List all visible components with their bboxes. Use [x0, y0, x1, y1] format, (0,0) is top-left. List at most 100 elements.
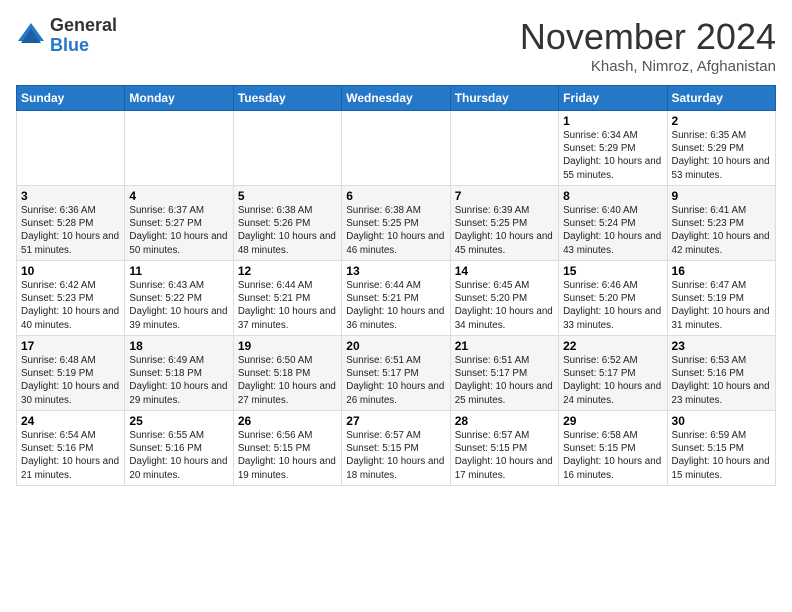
day-number: 3: [21, 189, 120, 203]
calendar-cell: 14Sunrise: 6:45 AM Sunset: 5:20 PM Dayli…: [450, 261, 558, 336]
day-number: 28: [455, 414, 554, 428]
logo-general-text: General: [50, 16, 117, 36]
day-header-monday: Monday: [125, 86, 233, 111]
day-number: 14: [455, 264, 554, 278]
calendar-cell: 17Sunrise: 6:48 AM Sunset: 5:19 PM Dayli…: [17, 336, 125, 411]
calendar-cell: 30Sunrise: 6:59 AM Sunset: 5:15 PM Dayli…: [667, 411, 775, 486]
day-number: 15: [563, 264, 662, 278]
day-number: 4: [129, 189, 228, 203]
logo-blue-text: Blue: [50, 36, 117, 56]
calendar-cell: 12Sunrise: 6:44 AM Sunset: 5:21 PM Dayli…: [233, 261, 341, 336]
cell-info: Sunrise: 6:51 AM Sunset: 5:17 PM Dayligh…: [455, 354, 554, 407]
day-number: 25: [129, 414, 228, 428]
cell-info: Sunrise: 6:54 AM Sunset: 5:16 PM Dayligh…: [21, 429, 120, 482]
day-header-sunday: Sunday: [17, 86, 125, 111]
day-number: 24: [21, 414, 120, 428]
cell-info: Sunrise: 6:57 AM Sunset: 5:15 PM Dayligh…: [455, 429, 554, 482]
day-header-wednesday: Wednesday: [342, 86, 450, 111]
calendar-cell: [125, 111, 233, 186]
day-number: 7: [455, 189, 554, 203]
day-number: 20: [346, 339, 445, 353]
day-header-friday: Friday: [559, 86, 667, 111]
day-number: 2: [672, 114, 771, 128]
calendar-cell: 7Sunrise: 6:39 AM Sunset: 5:25 PM Daylig…: [450, 186, 558, 261]
location: Khash, Nimroz, Afghanistan: [520, 58, 776, 75]
week-row-4: 24Sunrise: 6:54 AM Sunset: 5:16 PM Dayli…: [17, 411, 776, 486]
day-number: 11: [129, 264, 228, 278]
day-number: 16: [672, 264, 771, 278]
day-number: 13: [346, 264, 445, 278]
calendar-cell: 25Sunrise: 6:55 AM Sunset: 5:16 PM Dayli…: [125, 411, 233, 486]
day-number: 29: [563, 414, 662, 428]
day-number: 12: [238, 264, 337, 278]
day-number: 23: [672, 339, 771, 353]
calendar-cell: 2Sunrise: 6:35 AM Sunset: 5:29 PM Daylig…: [667, 111, 775, 186]
calendar-cell: 28Sunrise: 6:57 AM Sunset: 5:15 PM Dayli…: [450, 411, 558, 486]
cell-info: Sunrise: 6:35 AM Sunset: 5:29 PM Dayligh…: [672, 129, 771, 182]
calendar-cell: 23Sunrise: 6:53 AM Sunset: 5:16 PM Dayli…: [667, 336, 775, 411]
day-number: 26: [238, 414, 337, 428]
cell-info: Sunrise: 6:41 AM Sunset: 5:23 PM Dayligh…: [672, 204, 771, 257]
calendar-cell: 22Sunrise: 6:52 AM Sunset: 5:17 PM Dayli…: [559, 336, 667, 411]
cell-info: Sunrise: 6:44 AM Sunset: 5:21 PM Dayligh…: [238, 279, 337, 332]
cell-info: Sunrise: 6:37 AM Sunset: 5:27 PM Dayligh…: [129, 204, 228, 257]
logo-text: General Blue: [50, 16, 117, 56]
logo-icon: [16, 21, 46, 51]
day-number: 17: [21, 339, 120, 353]
calendar-cell: 21Sunrise: 6:51 AM Sunset: 5:17 PM Dayli…: [450, 336, 558, 411]
week-row-3: 17Sunrise: 6:48 AM Sunset: 5:19 PM Dayli…: [17, 336, 776, 411]
calendar-cell: 26Sunrise: 6:56 AM Sunset: 5:15 PM Dayli…: [233, 411, 341, 486]
cell-info: Sunrise: 6:43 AM Sunset: 5:22 PM Dayligh…: [129, 279, 228, 332]
day-number: 21: [455, 339, 554, 353]
calendar-cell: 24Sunrise: 6:54 AM Sunset: 5:16 PM Dayli…: [17, 411, 125, 486]
cell-info: Sunrise: 6:46 AM Sunset: 5:20 PM Dayligh…: [563, 279, 662, 332]
day-number: 10: [21, 264, 120, 278]
day-number: 19: [238, 339, 337, 353]
logo: General Blue: [16, 16, 117, 56]
cell-info: Sunrise: 6:45 AM Sunset: 5:20 PM Dayligh…: [455, 279, 554, 332]
calendar-cell: 5Sunrise: 6:38 AM Sunset: 5:26 PM Daylig…: [233, 186, 341, 261]
cell-info: Sunrise: 6:49 AM Sunset: 5:18 PM Dayligh…: [129, 354, 228, 407]
day-number: 22: [563, 339, 662, 353]
cell-info: Sunrise: 6:51 AM Sunset: 5:17 PM Dayligh…: [346, 354, 445, 407]
cell-info: Sunrise: 6:44 AM Sunset: 5:21 PM Dayligh…: [346, 279, 445, 332]
cell-info: Sunrise: 6:56 AM Sunset: 5:15 PM Dayligh…: [238, 429, 337, 482]
calendar-cell: 8Sunrise: 6:40 AM Sunset: 5:24 PM Daylig…: [559, 186, 667, 261]
calendar-cell: 3Sunrise: 6:36 AM Sunset: 5:28 PM Daylig…: [17, 186, 125, 261]
week-row-2: 10Sunrise: 6:42 AM Sunset: 5:23 PM Dayli…: [17, 261, 776, 336]
title-section: November 2024 Khash, Nimroz, Afghanistan: [520, 16, 776, 75]
page: General Blue November 2024 Khash, Nimroz…: [0, 0, 792, 496]
day-number: 27: [346, 414, 445, 428]
cell-info: Sunrise: 6:52 AM Sunset: 5:17 PM Dayligh…: [563, 354, 662, 407]
cell-info: Sunrise: 6:57 AM Sunset: 5:15 PM Dayligh…: [346, 429, 445, 482]
calendar-cell: [17, 111, 125, 186]
day-number: 30: [672, 414, 771, 428]
cell-info: Sunrise: 6:39 AM Sunset: 5:25 PM Dayligh…: [455, 204, 554, 257]
month-title: November 2024: [520, 16, 776, 58]
calendar-cell: 29Sunrise: 6:58 AM Sunset: 5:15 PM Dayli…: [559, 411, 667, 486]
week-row-1: 3Sunrise: 6:36 AM Sunset: 5:28 PM Daylig…: [17, 186, 776, 261]
day-header-tuesday: Tuesday: [233, 86, 341, 111]
cell-info: Sunrise: 6:38 AM Sunset: 5:26 PM Dayligh…: [238, 204, 337, 257]
calendar-cell: 9Sunrise: 6:41 AM Sunset: 5:23 PM Daylig…: [667, 186, 775, 261]
day-number: 9: [672, 189, 771, 203]
day-number: 6: [346, 189, 445, 203]
day-number: 18: [129, 339, 228, 353]
calendar-cell: [450, 111, 558, 186]
calendar-cell: 18Sunrise: 6:49 AM Sunset: 5:18 PM Dayli…: [125, 336, 233, 411]
calendar-header-row: SundayMondayTuesdayWednesdayThursdayFrid…: [17, 86, 776, 111]
calendar-cell: 10Sunrise: 6:42 AM Sunset: 5:23 PM Dayli…: [17, 261, 125, 336]
cell-info: Sunrise: 6:34 AM Sunset: 5:29 PM Dayligh…: [563, 129, 662, 182]
calendar-table: SundayMondayTuesdayWednesdayThursdayFrid…: [16, 85, 776, 486]
calendar-cell: 6Sunrise: 6:38 AM Sunset: 5:25 PM Daylig…: [342, 186, 450, 261]
calendar-cell: 11Sunrise: 6:43 AM Sunset: 5:22 PM Dayli…: [125, 261, 233, 336]
cell-info: Sunrise: 6:42 AM Sunset: 5:23 PM Dayligh…: [21, 279, 120, 332]
cell-info: Sunrise: 6:48 AM Sunset: 5:19 PM Dayligh…: [21, 354, 120, 407]
day-number: 1: [563, 114, 662, 128]
cell-info: Sunrise: 6:53 AM Sunset: 5:16 PM Dayligh…: [672, 354, 771, 407]
calendar-cell: 16Sunrise: 6:47 AM Sunset: 5:19 PM Dayli…: [667, 261, 775, 336]
calendar-cell: 1Sunrise: 6:34 AM Sunset: 5:29 PM Daylig…: [559, 111, 667, 186]
calendar-cell: 20Sunrise: 6:51 AM Sunset: 5:17 PM Dayli…: [342, 336, 450, 411]
day-number: 8: [563, 189, 662, 203]
cell-info: Sunrise: 6:47 AM Sunset: 5:19 PM Dayligh…: [672, 279, 771, 332]
